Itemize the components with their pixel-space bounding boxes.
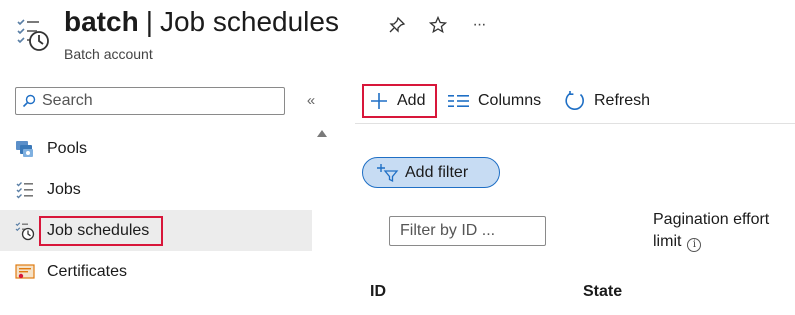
sidebar-item-label: Certificates — [47, 262, 128, 280]
filter-by-id-input[interactable] — [389, 216, 546, 246]
toolbar-divider — [355, 123, 795, 124]
sidebar-item-label: Job schedules — [39, 215, 164, 246]
star-icon[interactable] — [427, 14, 449, 36]
search-box[interactable] — [15, 87, 285, 115]
sidebar-item-certificates[interactable]: Certificates — [0, 251, 312, 292]
add-filter-icon — [377, 163, 399, 183]
columns-label: Columns — [478, 92, 542, 109]
sidebar-item-label: Pools — [47, 139, 88, 157]
refresh-icon — [564, 90, 586, 112]
sidebar-item-pools[interactable]: Pools — [0, 128, 312, 169]
info-icon[interactable]: i — [687, 238, 702, 252]
sidebar-nav: Pools Jobs Job schedules Certificates — [0, 128, 312, 292]
job-schedule-icon — [15, 221, 35, 241]
resource-name: batch — [64, 6, 139, 37]
collapse-sidebar-icon[interactable]: « — [301, 90, 321, 110]
add-filter-label: Add filter — [405, 163, 469, 181]
sidebar-item-label: Jobs — [47, 180, 81, 198]
page-header: batch | Job schedules ··· Batch account — [0, 0, 795, 68]
search-icon — [22, 94, 36, 108]
refresh-button[interactable]: Refresh — [564, 84, 650, 118]
page-name: Job schedules — [159, 6, 339, 37]
title-separator: | — [145, 6, 153, 37]
add-filter-button[interactable]: Add filter — [362, 157, 500, 188]
add-button[interactable]: Add — [362, 84, 437, 118]
page-title: batch | Job schedules — [64, 6, 339, 38]
resource-type-subtitle: Batch account — [64, 46, 153, 62]
sidebar: « Pools — [0, 80, 330, 315]
columns-button[interactable]: Columns — [448, 84, 541, 118]
more-icon[interactable]: ··· — [468, 14, 490, 36]
column-header-id[interactable]: ID — [370, 283, 386, 301]
sidebar-item-job-schedules[interactable]: Job schedules — [0, 210, 312, 251]
certificate-icon — [15, 262, 35, 282]
job-schedule-icon — [15, 17, 51, 53]
sidebar-item-jobs[interactable]: Jobs — [0, 169, 312, 210]
pagination-effort-limit: Pagination effort limit i — [653, 209, 793, 253]
jobs-icon — [15, 180, 35, 200]
scroll-up-arrow-icon[interactable] — [317, 130, 327, 137]
columns-icon — [448, 93, 470, 109]
plus-icon — [369, 91, 389, 111]
command-bar: Add Columns Refresh — [355, 80, 795, 124]
column-header-state[interactable]: State — [583, 283, 622, 301]
pagination-label: Pagination effort limit — [653, 211, 770, 250]
add-label: Add — [397, 92, 426, 109]
pin-icon[interactable] — [386, 14, 408, 36]
search-input[interactable] — [42, 92, 272, 110]
pools-icon — [15, 139, 35, 159]
refresh-label: Refresh — [594, 92, 651, 109]
sidebar-scrollbar[interactable] — [312, 128, 330, 315]
